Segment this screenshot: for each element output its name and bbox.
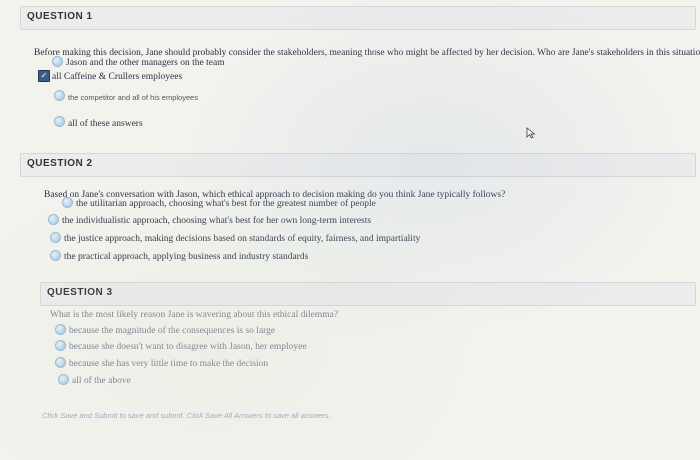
radio-button-icon[interactable] bbox=[55, 340, 66, 351]
radio-button-icon[interactable] bbox=[50, 232, 61, 243]
option-label: because she doesn't want to disagree wit… bbox=[69, 342, 307, 352]
quiz-page: QUESTION 1 Before making this decision, … bbox=[0, 0, 700, 460]
question-2-header: QUESTION 2 bbox=[20, 153, 696, 177]
radio-button-icon[interactable] bbox=[55, 357, 66, 368]
option-label: all of these answers bbox=[68, 119, 143, 129]
screen-glare-overlay bbox=[0, 0, 700, 460]
question-3-prompt: What is the most likely reason Jane is w… bbox=[50, 310, 339, 320]
option-label: Jason and the other managers on the team bbox=[66, 58, 225, 68]
radio-button-icon[interactable] bbox=[62, 197, 73, 208]
radio-button-icon[interactable] bbox=[54, 116, 65, 127]
question-2-title: QUESTION 2 bbox=[27, 158, 93, 169]
option-label: the utilitarian approach, choosing what'… bbox=[76, 199, 376, 209]
radio-button-icon[interactable] bbox=[48, 214, 59, 225]
radio-button-icon[interactable] bbox=[58, 374, 69, 385]
option-label: the competitor and all of his employees bbox=[68, 93, 199, 102]
option-label: because the magnitude of the consequence… bbox=[69, 326, 276, 336]
option-label: the justice approach, making decisions b… bbox=[64, 234, 421, 244]
option-label: because she has very little time to make… bbox=[69, 359, 269, 369]
option-label: the practical approach, applying busines… bbox=[64, 252, 309, 262]
question-1-title: QUESTION 1 bbox=[27, 11, 93, 22]
submit-instructions: Click Save and Submit to save and submit… bbox=[42, 411, 331, 420]
question-3-header: QUESTION 3 bbox=[40, 282, 696, 306]
radio-button-icon[interactable] bbox=[55, 324, 66, 335]
mouse-cursor-icon bbox=[526, 127, 536, 139]
checked-box-icon[interactable]: ✓ bbox=[38, 70, 50, 82]
radio-button-icon[interactable] bbox=[54, 90, 65, 101]
option-label: all of the above bbox=[72, 376, 131, 386]
question-1-header: QUESTION 1 bbox=[20, 6, 696, 30]
question-1-prompt: Before making this decision, Jane should… bbox=[34, 48, 700, 58]
question-3-title: QUESTION 3 bbox=[47, 287, 113, 298]
radio-button-icon[interactable] bbox=[50, 250, 61, 261]
radio-button-icon[interactable] bbox=[52, 56, 63, 67]
option-label: the individualistic approach, choosing w… bbox=[62, 216, 372, 226]
option-label: all Caffeine & Crullers employees bbox=[52, 72, 183, 82]
